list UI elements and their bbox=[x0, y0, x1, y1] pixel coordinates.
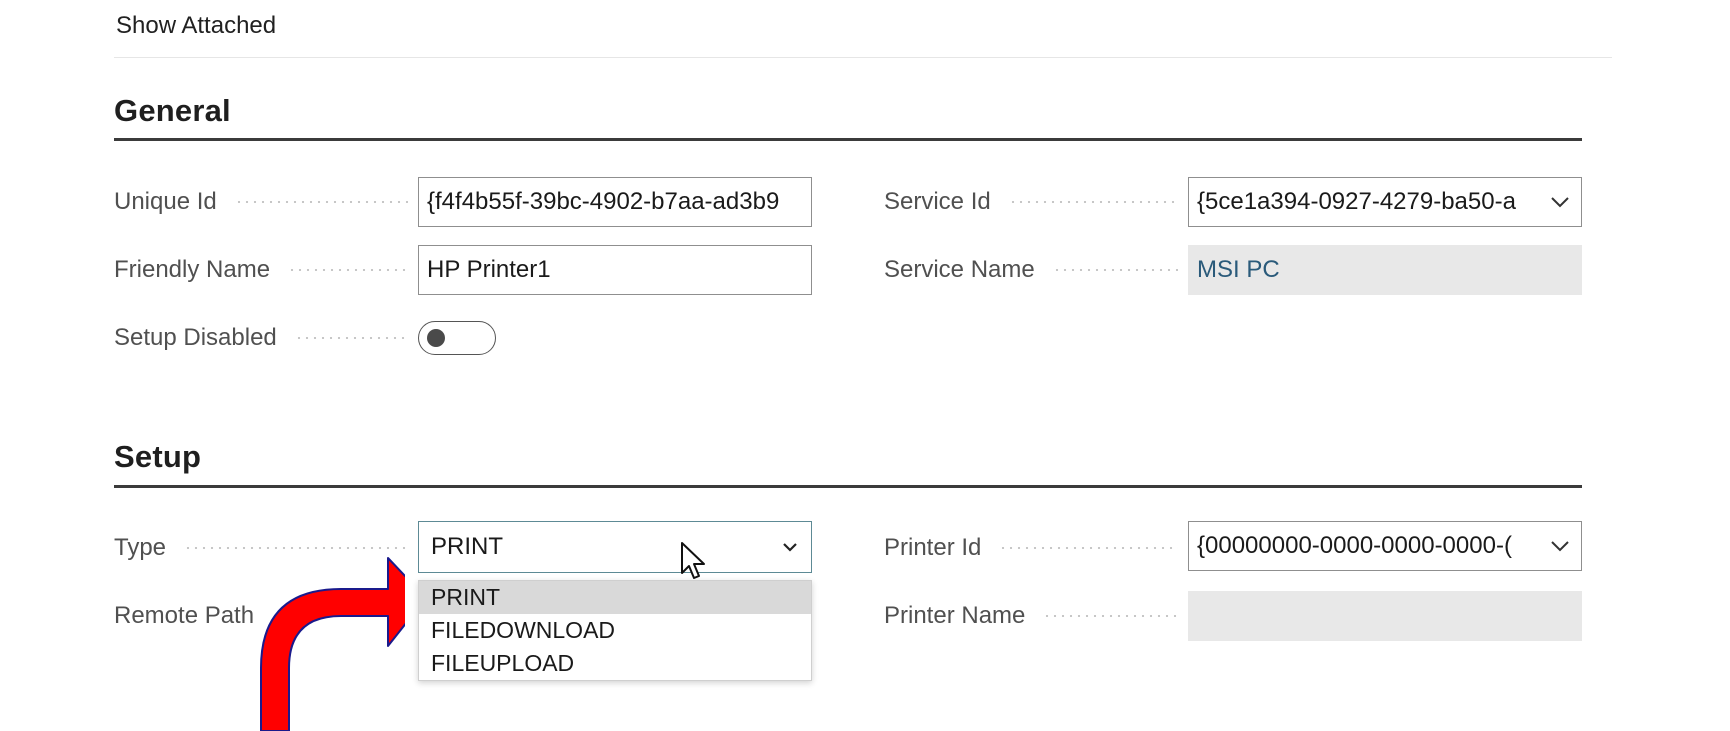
service-id-value: {5ce1a394-0927-4279-ba50-a bbox=[1197, 188, 1516, 215]
printer-id-label: Printer Id bbox=[884, 523, 1188, 573]
service-name-field: MSI PC bbox=[1188, 245, 1582, 295]
type-value: PRINT bbox=[431, 533, 503, 560]
service-id-select[interactable]: {5ce1a394-0927-4279-ba50-a bbox=[1188, 177, 1582, 227]
chevron-down-icon bbox=[1551, 541, 1569, 552]
top-divider bbox=[114, 57, 1612, 58]
friendly-name-label: Friendly Name bbox=[114, 245, 418, 295]
type-option-print[interactable]: PRINT bbox=[419, 581, 811, 614]
toggle-knob bbox=[427, 329, 445, 347]
setup-disabled-label: Setup Disabled bbox=[114, 313, 418, 363]
printer-id-select[interactable]: {00000000-0000-0000-0000-( bbox=[1188, 521, 1582, 571]
printer-name-label: Printer Name bbox=[884, 591, 1188, 641]
annotation-arrow-icon bbox=[260, 557, 405, 731]
section-title-setup: Setup bbox=[114, 439, 202, 474]
type-dropdown-list: PRINT FILEDOWNLOAD FILEUPLOAD bbox=[418, 580, 812, 681]
service-name-label: Service Name bbox=[884, 245, 1188, 295]
printer-id-value: {00000000-0000-0000-0000-( bbox=[1197, 532, 1512, 559]
type-select[interactable]: PRINT bbox=[418, 521, 812, 573]
section-rule-setup bbox=[114, 485, 1582, 488]
section-rule-general bbox=[114, 138, 1582, 141]
chevron-down-icon bbox=[783, 543, 797, 552]
setup-disabled-toggle[interactable] bbox=[418, 321, 496, 355]
unique-id-value: {f4f4b55f-39bc-4902-b7aa-ad3b9 bbox=[427, 188, 780, 215]
type-option-fileupload[interactable]: FILEUPLOAD bbox=[419, 647, 811, 680]
mouse-pointer-icon bbox=[681, 542, 705, 579]
service-id-label: Service Id bbox=[884, 177, 1188, 227]
chevron-down-icon bbox=[1551, 197, 1569, 208]
unique-id-label: Unique Id bbox=[114, 177, 418, 227]
unique-id-field[interactable]: {f4f4b55f-39bc-4902-b7aa-ad3b9 bbox=[418, 177, 812, 227]
section-title-general: General bbox=[114, 93, 231, 128]
remote-path-label: Remote Path bbox=[114, 602, 255, 629]
type-option-filedownload[interactable]: FILEDOWNLOAD bbox=[419, 614, 811, 647]
friendly-name-field[interactable]: HP Printer1 bbox=[418, 245, 812, 295]
friendly-name-value: HP Printer1 bbox=[427, 256, 551, 283]
service-name-value: MSI PC bbox=[1197, 256, 1280, 283]
show-attached-action[interactable]: Show Attached bbox=[116, 12, 276, 40]
printer-name-field bbox=[1188, 591, 1582, 641]
